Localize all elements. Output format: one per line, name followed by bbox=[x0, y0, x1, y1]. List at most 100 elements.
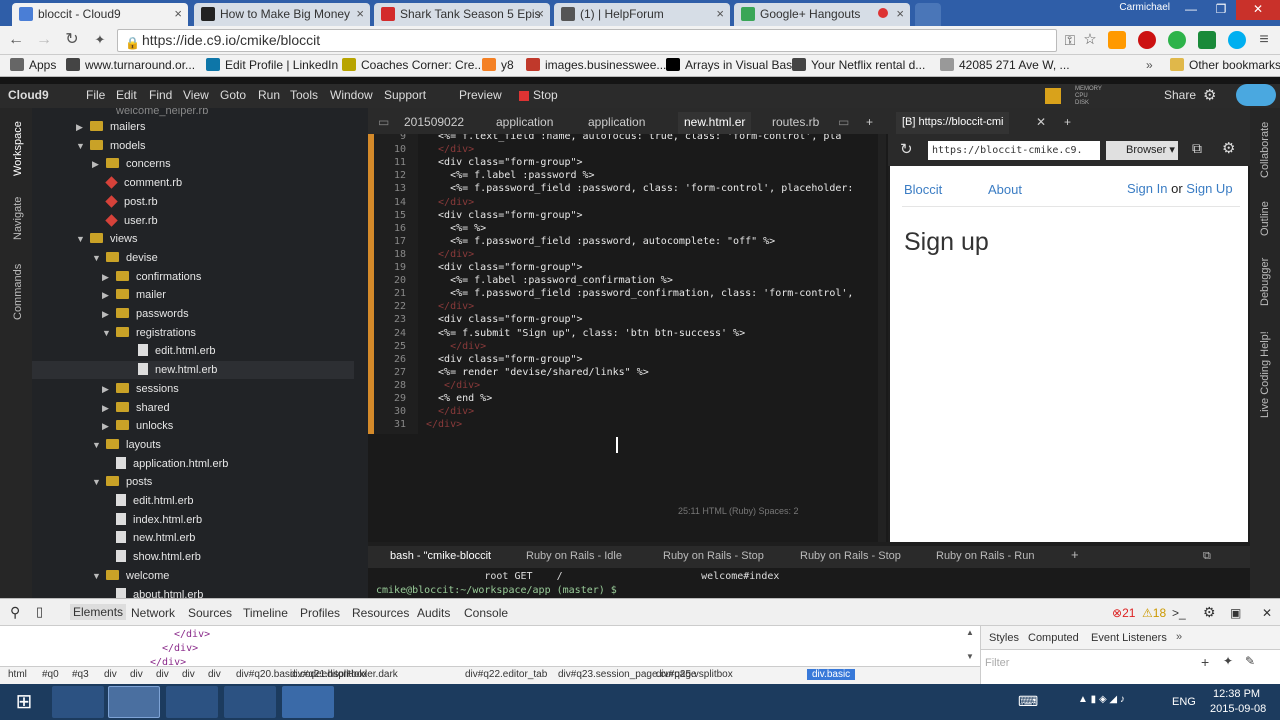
tree-item[interactable]: ▼ devise bbox=[32, 249, 354, 267]
breadcrumb-item[interactable]: div bbox=[130, 669, 143, 680]
about-link[interactable]: About bbox=[988, 182, 1022, 197]
preview-tab[interactable]: [B] https://bloccit-cmi bbox=[896, 112, 1010, 134]
tree-item[interactable]: ▶ passwords bbox=[32, 305, 354, 323]
console-drawer-icon[interactable]: >_ bbox=[1172, 606, 1186, 620]
tree-item[interactable]: post.rb bbox=[32, 193, 354, 211]
browser-select[interactable]: Browser ▾ bbox=[1106, 141, 1178, 160]
devtools-gear-icon[interactable]: ⚙ bbox=[1203, 604, 1216, 621]
forward-icon[interactable]: → bbox=[34, 30, 54, 50]
skype-extension-icon[interactable] bbox=[1228, 31, 1246, 49]
bookmark-item[interactable]: Your Netflix rental d... bbox=[792, 58, 925, 72]
devtools-tab-audits[interactable]: Audits bbox=[417, 606, 450, 620]
tree-arrow-icon[interactable]: ▶ bbox=[102, 417, 112, 435]
tree-item[interactable]: ▼ registrations bbox=[32, 324, 354, 342]
c9-logo[interactable]: Cloud9 bbox=[8, 88, 49, 102]
app-taskbar-icon[interactable] bbox=[224, 686, 276, 718]
stop-button[interactable]: Stop bbox=[533, 88, 558, 102]
tree-item[interactable]: ▶ shared bbox=[32, 399, 354, 417]
terminal[interactable]: root GET / welcome#index cmike@bloccit:~… bbox=[368, 568, 1250, 598]
tree-arrow-icon[interactable]: ▼ bbox=[76, 230, 86, 248]
tab-close-icon[interactable]: × bbox=[536, 3, 544, 25]
devtools-tab-timeline[interactable]: Timeline bbox=[243, 606, 288, 620]
tree-arrow-icon[interactable]: ▶ bbox=[102, 286, 112, 304]
editor-tab-icon[interactable]: ▭ bbox=[838, 112, 849, 134]
computed-tab[interactable]: Computed bbox=[1028, 632, 1079, 644]
devtools-tab-sources[interactable]: Sources bbox=[188, 606, 232, 620]
tree-item[interactable]: new.html.erb bbox=[32, 529, 354, 547]
menu-support[interactable]: Support bbox=[384, 88, 426, 102]
share-button[interactable]: Share bbox=[1164, 88, 1196, 102]
menu-window[interactable]: Window bbox=[330, 88, 373, 102]
outline-tab[interactable]: Outline bbox=[1259, 201, 1271, 236]
menu-icon[interactable]: ≡ bbox=[1254, 30, 1274, 50]
amazon-extension-icon[interactable] bbox=[1108, 31, 1126, 49]
dom-line[interactable]: </div> bbox=[174, 629, 210, 640]
tab-close-icon[interactable]: × bbox=[716, 3, 724, 25]
editor-tab[interactable]: application bbox=[588, 112, 645, 134]
editor-tab[interactable]: new.html.er bbox=[678, 112, 752, 134]
maximize-button[interactable]: ❐ bbox=[1206, 0, 1236, 20]
tree-item[interactable]: ▶ confirmations bbox=[32, 268, 354, 286]
bookmark-item[interactable]: Coaches Corner: Cre... bbox=[342, 58, 484, 72]
console-tab[interactable]: Ruby on Rails - Stop bbox=[800, 550, 901, 562]
menu-run[interactable]: Run bbox=[258, 88, 280, 102]
bookmark-item[interactable]: images.businesswee... bbox=[526, 58, 666, 72]
editor-tab[interactable]: 201509022 bbox=[404, 112, 464, 134]
tray-icons[interactable]: ▲ ▮ ◈ ◢ ♪ bbox=[1078, 694, 1125, 705]
browser-tab[interactable]: How to Make Big Money × bbox=[194, 3, 370, 26]
styles-filter-input[interactable]: Filter bbox=[985, 657, 1009, 669]
avatar[interactable] bbox=[1045, 88, 1061, 104]
tree-arrow-icon[interactable]: ▼ bbox=[76, 137, 86, 155]
bookmark-item[interactable]: Arrays in Visual Basic bbox=[666, 58, 801, 72]
console-tab[interactable]: Ruby on Rails - Run bbox=[936, 550, 1034, 562]
bookmark-star-icon[interactable]: ✦ bbox=[90, 30, 110, 50]
close-window-button[interactable]: ✕ bbox=[1236, 0, 1280, 20]
minimize-button[interactable]: — bbox=[1176, 0, 1206, 20]
navigate-tab[interactable]: Navigate bbox=[12, 197, 24, 240]
scroll-up-icon[interactable]: ▲ bbox=[966, 628, 974, 637]
scroll-down-icon[interactable]: ▼ bbox=[966, 652, 974, 661]
tree-item[interactable]: ▼ posts bbox=[32, 473, 354, 491]
menu-tools[interactable]: Tools bbox=[290, 88, 318, 102]
console-maximize-icon[interactable]: ⧉ bbox=[1203, 550, 1211, 563]
styles-tab[interactable]: Styles bbox=[989, 632, 1019, 644]
bookmarks-overflow-icon[interactable]: » bbox=[1146, 58, 1153, 72]
console-add-tab[interactable]: + bbox=[1071, 547, 1079, 562]
tree-arrow-icon[interactable]: ▼ bbox=[92, 249, 102, 267]
collaborate-tab[interactable]: Collaborate bbox=[1259, 122, 1271, 178]
bookmark-item[interactable]: Edit Profile | LinkedIn bbox=[206, 58, 338, 72]
sign-in-link[interactable]: Sign In bbox=[1127, 181, 1167, 196]
editor-tab[interactable]: application bbox=[496, 112, 553, 134]
browser-tab[interactable]: Shark Tank Season 5 Epis × bbox=[374, 3, 550, 26]
color-picker-icon[interactable]: ✎ bbox=[1245, 654, 1255, 668]
tree-item[interactable]: ▶ mailer bbox=[32, 286, 354, 304]
counter-extension-icon[interactable] bbox=[1198, 31, 1216, 49]
breadcrumb-item[interactable]: html bbox=[8, 669, 27, 680]
url-bar[interactable]: 🔒 https://ide.c9.io/cmike/bloccit bbox=[117, 29, 1057, 52]
keyboard-icon[interactable]: ⌨ bbox=[1018, 693, 1038, 710]
tree-arrow-icon[interactable]: ▼ bbox=[92, 436, 102, 454]
tab-close-icon[interactable]: × bbox=[356, 3, 364, 25]
tree-item[interactable]: ▼ welcome bbox=[32, 567, 354, 585]
tree-item[interactable]: ▶ unlocks bbox=[32, 417, 354, 435]
menu-file[interactable]: File bbox=[86, 88, 105, 102]
editor-tab[interactable]: routes.rb bbox=[772, 112, 819, 134]
live-coding-tab[interactable]: Live Coding Help! bbox=[1259, 331, 1271, 418]
devtools-tab-resources[interactable]: Resources bbox=[352, 606, 409, 620]
star-icon[interactable]: ☆ bbox=[1080, 30, 1100, 50]
tree-item[interactable]: ▼ views bbox=[32, 230, 354, 248]
breadcrumb-item[interactable]: div.basic bbox=[807, 669, 856, 680]
adblock-extension-icon[interactable] bbox=[1138, 31, 1156, 49]
sign-up-link[interactable]: Sign Up bbox=[1186, 181, 1232, 196]
clock-date[interactable]: 2015-09-08 bbox=[1210, 703, 1266, 715]
more-tabs-icon[interactable]: » bbox=[1176, 631, 1182, 643]
editor-scrollbar[interactable] bbox=[878, 134, 886, 542]
reload-icon[interactable]: ↻ bbox=[62, 30, 82, 50]
menu-edit[interactable]: Edit bbox=[116, 88, 137, 102]
recorder-taskbar-icon[interactable] bbox=[282, 686, 334, 718]
device-icon[interactable]: ▯ bbox=[36, 604, 43, 620]
browser-tab[interactable]: (1) | HelpForum × bbox=[554, 3, 730, 26]
tree-arrow-icon[interactable]: ▼ bbox=[102, 324, 112, 342]
refresh-icon[interactable]: ↻ bbox=[900, 140, 913, 158]
code-editor[interactable]: 9 10 11 12 13 14 15 16 17 18 19 20 21 22 23 24 25 26 27 28 2… bbox=[368, 134, 888, 542]
